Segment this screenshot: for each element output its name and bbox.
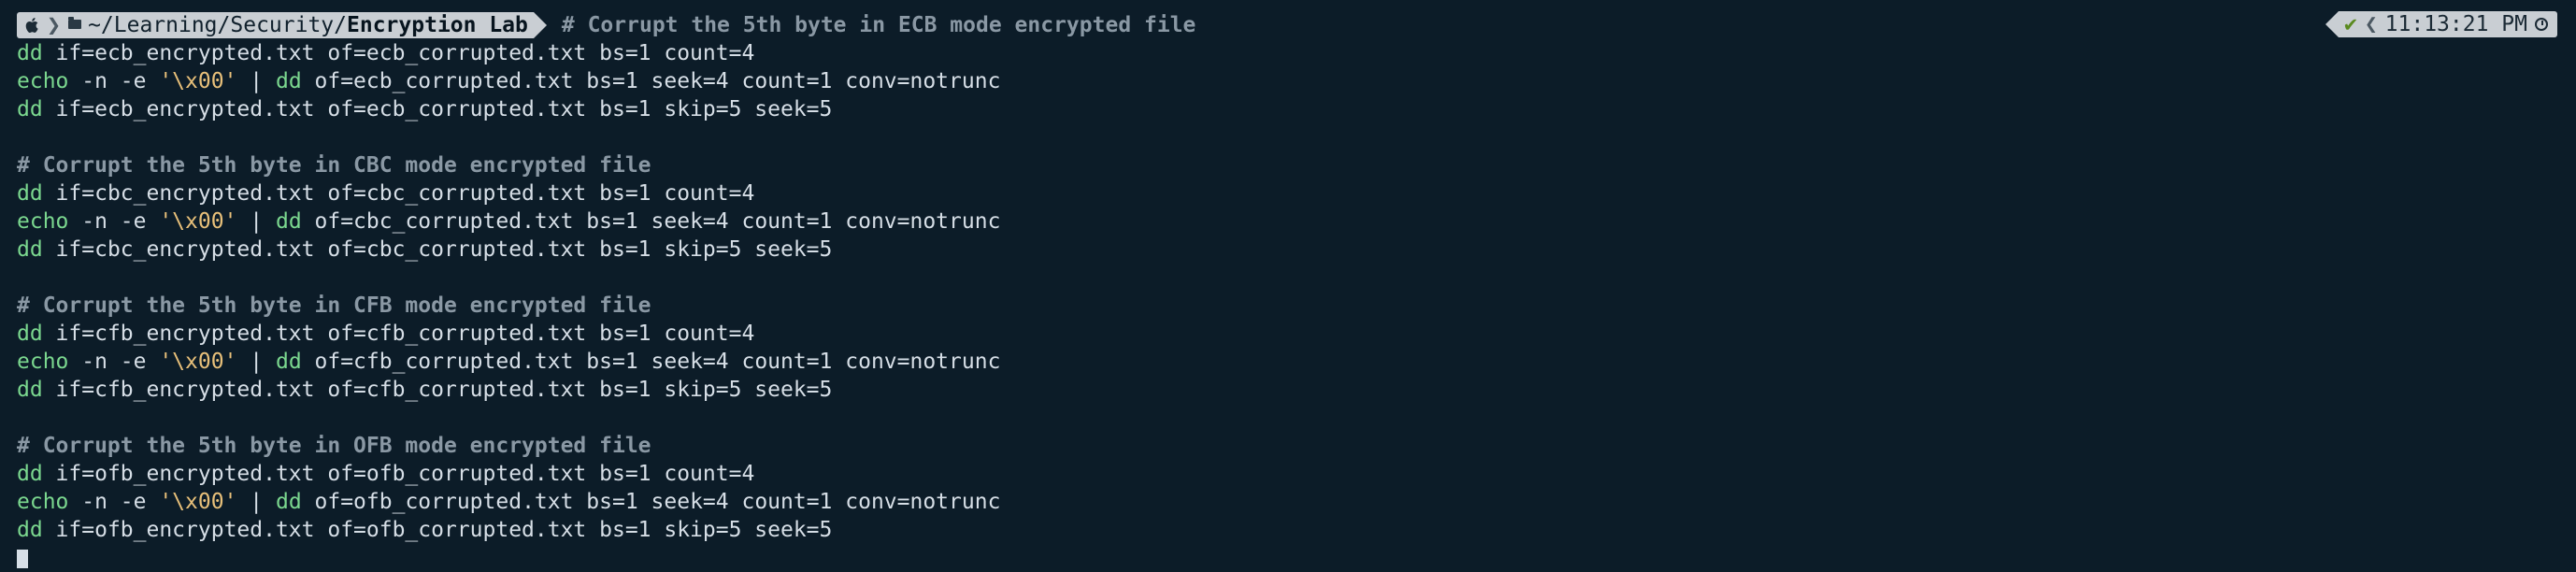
pipe-operator: | bbox=[236, 69, 276, 93]
command-block-ecb: dd if=ecb_encrypted.txt of=ecb_corrupted… bbox=[17, 39, 2576, 123]
command-name: echo bbox=[17, 490, 69, 514]
command-args: if=cfb_encrypted.txt of=cfb_corrupted.tx… bbox=[42, 322, 755, 346]
command-line[interactable]: dd if=cbc_encrypted.txt of=cbc_corrupted… bbox=[17, 236, 2576, 264]
path-current: Encryption Lab bbox=[347, 13, 528, 37]
command-name: echo bbox=[17, 209, 69, 234]
command-args: if=ecb_encrypted.txt of=ecb_corrupted.tx… bbox=[42, 97, 833, 122]
command-line[interactable]: dd if=cfb_encrypted.txt of=cfb_corrupted… bbox=[17, 320, 2576, 348]
command-flags: -n -e bbox=[68, 209, 160, 234]
command-name: dd bbox=[275, 490, 302, 514]
pipe-operator: | bbox=[236, 490, 276, 514]
command-args: of=cfb_corrupted.txt bs=1 seek=4 count=1… bbox=[301, 350, 1001, 374]
string-literal: '\x00' bbox=[159, 350, 237, 374]
string-literal: '\x00' bbox=[159, 490, 237, 514]
command-name: dd bbox=[17, 97, 43, 122]
command-args: if=ecb_encrypted.txt of=ecb_corrupted.tx… bbox=[42, 41, 755, 65]
command-flags: -n -e bbox=[68, 69, 160, 93]
check-icon: ✔ bbox=[2343, 12, 2357, 36]
path-segment: ~/Learning/Security/Encryption Lab bbox=[63, 12, 534, 38]
right-prompt: ✔ ❮ 11:13:21 PM bbox=[2325, 11, 2557, 37]
command-args: if=ofb_encrypted.txt of=ofb_corrupted.tx… bbox=[42, 462, 755, 486]
command-line[interactable]: echo -n -e '\x00' | dd of=ecb_corrupted.… bbox=[17, 67, 2576, 95]
pipe-operator: | bbox=[236, 209, 276, 234]
command-block-ofb: # Corrupt the 5th byte in OFB mode encry… bbox=[17, 432, 2576, 544]
command-line[interactable]: dd if=cfb_encrypted.txt of=cfb_corrupted… bbox=[17, 376, 2576, 404]
rprompt-separator: ❮ bbox=[2364, 12, 2378, 36]
rprompt-segment: ✔ ❮ 11:13:21 PM bbox=[2338, 11, 2557, 37]
rprompt-arrow-start bbox=[2325, 11, 2339, 37]
apple-icon bbox=[17, 12, 45, 38]
terminal-window[interactable]: ❯ ~/Learning/Security/Encryption Lab # C… bbox=[0, 0, 2576, 568]
command-args: of=ofb_corrupted.txt bs=1 seek=4 count=1… bbox=[301, 490, 1001, 514]
prompt-separator: ❯ bbox=[45, 11, 64, 38]
clock-icon bbox=[2535, 18, 2548, 31]
command-line[interactable]: echo -n -e '\x00' | dd of=ofb_corrupted.… bbox=[17, 488, 2576, 516]
command-args: if=cbc_encrypted.txt of=cbc_corrupted.tx… bbox=[42, 181, 755, 206]
command-name: dd bbox=[17, 518, 43, 542]
command-name: dd bbox=[17, 322, 43, 346]
command-name: dd bbox=[17, 378, 43, 402]
comment-line: # Corrupt the 5th byte in OFB mode encry… bbox=[17, 434, 651, 458]
prompt-arrow-end bbox=[533, 12, 547, 38]
command-args: of=ecb_corrupted.txt bs=1 seek=4 count=1… bbox=[301, 69, 1001, 93]
prompt-comment: # Corrupt the 5th byte in ECB mode encry… bbox=[561, 13, 1196, 37]
command-name: echo bbox=[17, 350, 69, 374]
cursor-line[interactable] bbox=[17, 544, 2576, 572]
command-name: echo bbox=[17, 69, 69, 93]
command-name: dd bbox=[17, 41, 43, 65]
command-flags: -n -e bbox=[68, 350, 160, 374]
command-name: dd bbox=[17, 237, 43, 262]
command-name: dd bbox=[275, 209, 302, 234]
text-cursor bbox=[17, 549, 28, 568]
string-literal: '\x00' bbox=[159, 209, 237, 234]
command-line[interactable]: dd if=ecb_encrypted.txt of=ecb_corrupted… bbox=[17, 95, 2576, 123]
command-line[interactable]: dd if=cbc_encrypted.txt of=cbc_corrupted… bbox=[17, 179, 2576, 207]
command-flags: -n -e bbox=[68, 490, 160, 514]
command-block-cbc: # Corrupt the 5th byte in CBC mode encry… bbox=[17, 151, 2576, 264]
string-literal: '\x00' bbox=[159, 69, 237, 93]
command-line[interactable]: dd if=ecb_encrypted.txt of=ecb_corrupted… bbox=[17, 39, 2576, 67]
command-line[interactable]: echo -n -e '\x00' | dd of=cbc_corrupted.… bbox=[17, 207, 2576, 236]
clock-time: 11:13:21 PM bbox=[2384, 12, 2527, 36]
pipe-operator: | bbox=[236, 350, 276, 374]
command-line[interactable]: dd if=ofb_encrypted.txt of=ofb_corrupted… bbox=[17, 460, 2576, 488]
command-args: of=cbc_corrupted.txt bs=1 seek=4 count=1… bbox=[301, 209, 1001, 234]
command-name: dd bbox=[17, 181, 43, 206]
command-block-cfb: # Corrupt the 5th byte in CFB mode encry… bbox=[17, 292, 2576, 404]
command-line[interactable]: echo -n -e '\x00' | dd of=cfb_corrupted.… bbox=[17, 348, 2576, 376]
command-name: dd bbox=[275, 69, 302, 93]
comment-line: # Corrupt the 5th byte in CFB mode encry… bbox=[17, 293, 651, 318]
comment-line: # Corrupt the 5th byte in CBC mode encry… bbox=[17, 153, 651, 178]
command-args: if=cbc_encrypted.txt of=cbc_corrupted.tx… bbox=[42, 237, 833, 262]
path-prefix: ~/Learning/Security/ bbox=[88, 13, 348, 37]
command-args: if=cfb_encrypted.txt of=cfb_corrupted.tx… bbox=[42, 378, 833, 402]
command-args: if=ofb_encrypted.txt of=ofb_corrupted.tx… bbox=[42, 518, 833, 542]
command-name: dd bbox=[275, 350, 302, 374]
command-name: dd bbox=[17, 462, 43, 486]
folder-icon bbox=[68, 17, 82, 29]
prompt-line: ❯ ~/Learning/Security/Encryption Lab # C… bbox=[17, 11, 2576, 39]
command-line[interactable]: dd if=ofb_encrypted.txt of=ofb_corrupted… bbox=[17, 516, 2576, 544]
